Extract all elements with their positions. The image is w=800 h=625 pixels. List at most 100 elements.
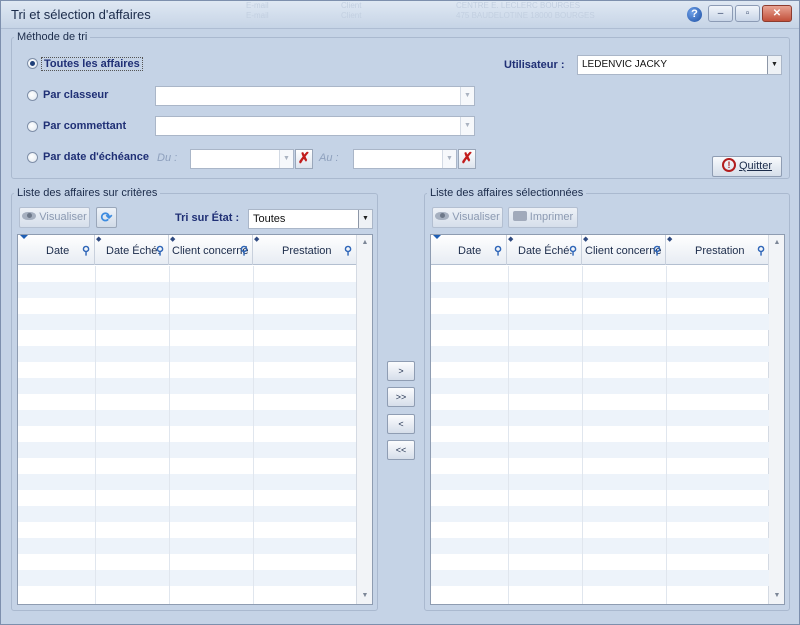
table-row[interactable] bbox=[431, 474, 769, 490]
table-row[interactable] bbox=[431, 394, 769, 410]
col-client[interactable]: ◆ Client concerné ⚲ bbox=[582, 235, 666, 265]
table-row[interactable] bbox=[431, 522, 769, 538]
help-icon[interactable]: ? bbox=[687, 7, 702, 22]
table-row[interactable] bbox=[431, 330, 769, 346]
table-row[interactable] bbox=[431, 298, 769, 314]
scroll-up-icon[interactable]: ▲ bbox=[357, 235, 372, 251]
radio-classeur[interactable] bbox=[27, 90, 38, 101]
table-row[interactable] bbox=[431, 426, 769, 442]
date-du-field[interactable]: ▼ bbox=[190, 149, 294, 169]
radio-toutes[interactable] bbox=[27, 58, 38, 69]
table-row[interactable] bbox=[431, 586, 769, 602]
col-date-echeance[interactable]: ◆ Date Éché. ⚲ bbox=[95, 235, 169, 265]
move-all-left-button[interactable]: << bbox=[387, 440, 415, 460]
chevron-down-icon[interactable]: ▼ bbox=[460, 117, 474, 135]
table-row[interactable] bbox=[431, 282, 769, 298]
table-row[interactable] bbox=[18, 362, 356, 378]
chevron-down-icon[interactable]: ▼ bbox=[442, 150, 456, 168]
close-button[interactable]: ✕ bbox=[762, 5, 792, 22]
radio-classeur-label[interactable]: Par classeur bbox=[43, 89, 108, 101]
move-one-right-button[interactable]: > bbox=[387, 361, 415, 381]
table-row[interactable] bbox=[18, 314, 356, 330]
date-au-field[interactable]: ▼ bbox=[353, 149, 457, 169]
maximize-button[interactable]: ▫ bbox=[735, 5, 760, 22]
radio-commettant-label[interactable]: Par commettant bbox=[43, 120, 126, 132]
table-row[interactable] bbox=[18, 506, 356, 522]
chevron-down-icon[interactable]: ▼ bbox=[460, 87, 474, 105]
search-icon[interactable]: ⚲ bbox=[757, 244, 765, 257]
etat-select[interactable]: Toutes ▼ bbox=[248, 209, 373, 229]
search-icon[interactable]: ⚲ bbox=[653, 244, 661, 257]
table-row[interactable] bbox=[18, 282, 356, 298]
table-row[interactable] bbox=[431, 362, 769, 378]
table-row[interactable] bbox=[18, 426, 356, 442]
left-visualiser-button[interactable]: Visualiser bbox=[19, 207, 90, 228]
table-row[interactable] bbox=[18, 458, 356, 474]
table-row[interactable] bbox=[18, 570, 356, 586]
user-select[interactable]: LEDENVIC JACKY ▼ bbox=[577, 55, 782, 75]
search-icon[interactable]: ⚲ bbox=[82, 244, 90, 257]
table-row[interactable] bbox=[431, 314, 769, 330]
move-all-right-button[interactable]: >> bbox=[387, 387, 415, 407]
col-prestation[interactable]: ◆ Prestation ⚲ bbox=[253, 235, 356, 265]
classeur-combo[interactable]: ▼ bbox=[155, 86, 475, 106]
radio-echeance[interactable] bbox=[27, 152, 38, 163]
table-row[interactable] bbox=[431, 266, 769, 282]
move-one-left-button[interactable]: < bbox=[387, 414, 415, 434]
table-row[interactable] bbox=[18, 266, 356, 282]
table-row[interactable] bbox=[431, 442, 769, 458]
table-row[interactable] bbox=[431, 506, 769, 522]
table-row[interactable] bbox=[18, 298, 356, 314]
radio-toutes-label[interactable]: Toutes les affaires bbox=[41, 57, 143, 71]
table-row[interactable] bbox=[18, 490, 356, 506]
left-grid[interactable]: Date ⚲ ◆ Date Éché. ⚲ ◆ Client concerné … bbox=[17, 234, 373, 605]
left-scrollbar[interactable]: ▲ ▼ bbox=[356, 235, 372, 604]
table-row[interactable] bbox=[18, 346, 356, 362]
col-date[interactable]: Date ⚲ bbox=[18, 235, 95, 265]
search-icon[interactable]: ⚲ bbox=[344, 244, 352, 257]
quit-button[interactable]: ! Quitter bbox=[712, 156, 782, 177]
col-client[interactable]: ◆ Client concerné ⚲ bbox=[169, 235, 253, 265]
commettant-combo[interactable]: ▼ bbox=[155, 116, 475, 136]
chevron-down-icon[interactable]: ▼ bbox=[279, 150, 293, 168]
table-row[interactable] bbox=[431, 490, 769, 506]
search-icon[interactable]: ⚲ bbox=[494, 244, 502, 257]
scroll-down-icon[interactable]: ▼ bbox=[769, 588, 784, 604]
table-row[interactable] bbox=[431, 538, 769, 554]
table-row[interactable] bbox=[18, 394, 356, 410]
col-date[interactable]: Date ⚲ bbox=[431, 235, 507, 265]
table-row[interactable] bbox=[18, 554, 356, 570]
right-scrollbar[interactable]: ▲ ▼ bbox=[768, 235, 784, 604]
col-prestation[interactable]: ◆ Prestation ⚲ bbox=[666, 235, 769, 265]
search-icon[interactable]: ⚲ bbox=[240, 244, 248, 257]
imprimer-button[interactable]: Imprimer bbox=[508, 207, 578, 228]
table-row[interactable] bbox=[18, 410, 356, 426]
table-row[interactable] bbox=[431, 570, 769, 586]
search-icon[interactable]: ⚲ bbox=[156, 244, 164, 257]
radio-echeance-label[interactable]: Par date d'échéance bbox=[43, 151, 149, 163]
scroll-down-icon[interactable]: ▼ bbox=[357, 588, 372, 604]
table-row[interactable] bbox=[18, 330, 356, 346]
table-row[interactable] bbox=[18, 378, 356, 394]
table-row[interactable] bbox=[431, 410, 769, 426]
right-visualiser-button[interactable]: Visualiser bbox=[432, 207, 503, 228]
table-row[interactable] bbox=[18, 586, 356, 602]
table-row[interactable] bbox=[18, 538, 356, 554]
scroll-up-icon[interactable]: ▲ bbox=[769, 235, 784, 251]
table-row[interactable] bbox=[431, 346, 769, 362]
right-grid[interactable]: Date ⚲ ◆ Date Éché. ⚲ ◆ Client concerné … bbox=[430, 234, 785, 605]
table-row[interactable] bbox=[18, 522, 356, 538]
radio-commettant[interactable] bbox=[27, 121, 38, 132]
chevron-down-icon[interactable]: ▼ bbox=[358, 210, 372, 228]
table-row[interactable] bbox=[18, 474, 356, 490]
clear-au-icon[interactable]: ✗ bbox=[458, 149, 476, 169]
table-row[interactable] bbox=[431, 554, 769, 570]
col-date-echeance[interactable]: ◆ Date Éché. ⚲ bbox=[507, 235, 582, 265]
chevron-down-icon[interactable]: ▼ bbox=[767, 56, 781, 74]
table-row[interactable] bbox=[431, 458, 769, 474]
table-row[interactable] bbox=[431, 378, 769, 394]
search-icon[interactable]: ⚲ bbox=[569, 244, 577, 257]
refresh-icon[interactable]: ⟳ bbox=[96, 207, 117, 228]
table-row[interactable] bbox=[18, 442, 356, 458]
clear-du-icon[interactable]: ✗ bbox=[295, 149, 313, 169]
